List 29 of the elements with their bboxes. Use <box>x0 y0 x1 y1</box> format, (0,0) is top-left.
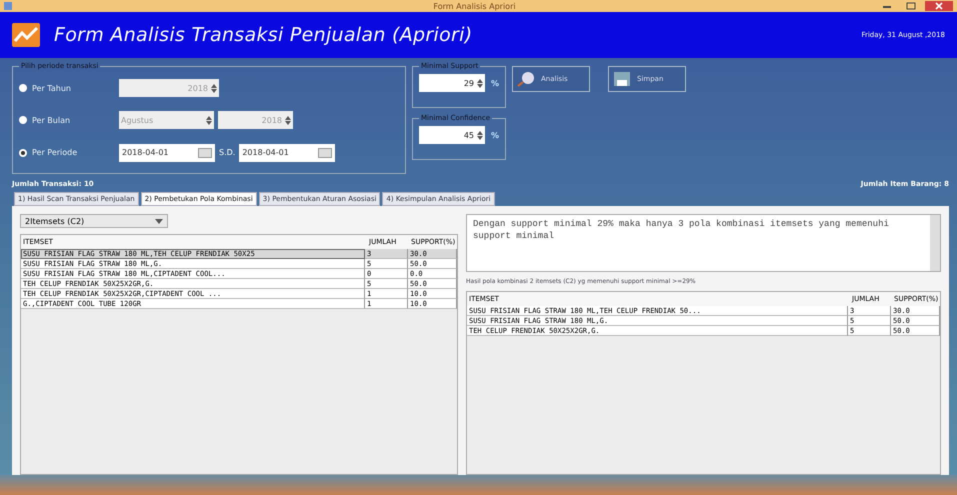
app-icon <box>4 2 12 10</box>
chart-icon <box>12 23 40 47</box>
magnifier-icon <box>517 71 536 87</box>
radio-button[interactable]: Per Periode <box>19 148 115 158</box>
radio-button[interactable]: Per Bulan <box>19 116 115 125</box>
support-spinner[interactable]: 29 <box>419 74 485 92</box>
percent-label: % <box>491 130 500 140</box>
close-icon <box>934 2 944 10</box>
window-title: Form Analisis Apriori <box>432 2 516 10</box>
itemset-dropdown[interactable]: 2Itemsets (C2) <box>20 214 168 228</box>
scrollbar[interactable] <box>930 215 940 271</box>
date-field[interactable]: 2018-04-01 <box>119 144 215 162</box>
percent-label: % <box>491 78 500 88</box>
dropdown-arrow-icon <box>155 218 163 224</box>
spinner-arrows-icon[interactable] <box>285 116 291 125</box>
spinner-arrows-icon[interactable] <box>477 78 483 88</box>
range-label: S.D. <box>219 148 236 158</box>
close-button[interactable] <box>925 1 953 11</box>
maximize-icon <box>906 2 916 10</box>
confidence-spinner[interactable]: 45 <box>419 126 485 144</box>
radio-button[interactable]: Per Tahun <box>19 84 115 93</box>
message-area: Dengan support minimal 29% maka hanya 3 pola kombinasi itemsets yang memenuhi support minimal <box>466 214 941 272</box>
save-icon <box>613 71 632 87</box>
date-field[interactable]: 2018-04-01 <box>239 144 336 162</box>
spinner-arrows-icon[interactable] <box>206 116 212 125</box>
spinner-arrows-icon[interactable] <box>211 84 217 93</box>
form-title: Form Analisis Transaksi Penjualan (Apriori) <box>54 24 472 46</box>
minimize-icon <box>882 3 892 9</box>
spinner-arrows-icon[interactable] <box>477 130 483 140</box>
